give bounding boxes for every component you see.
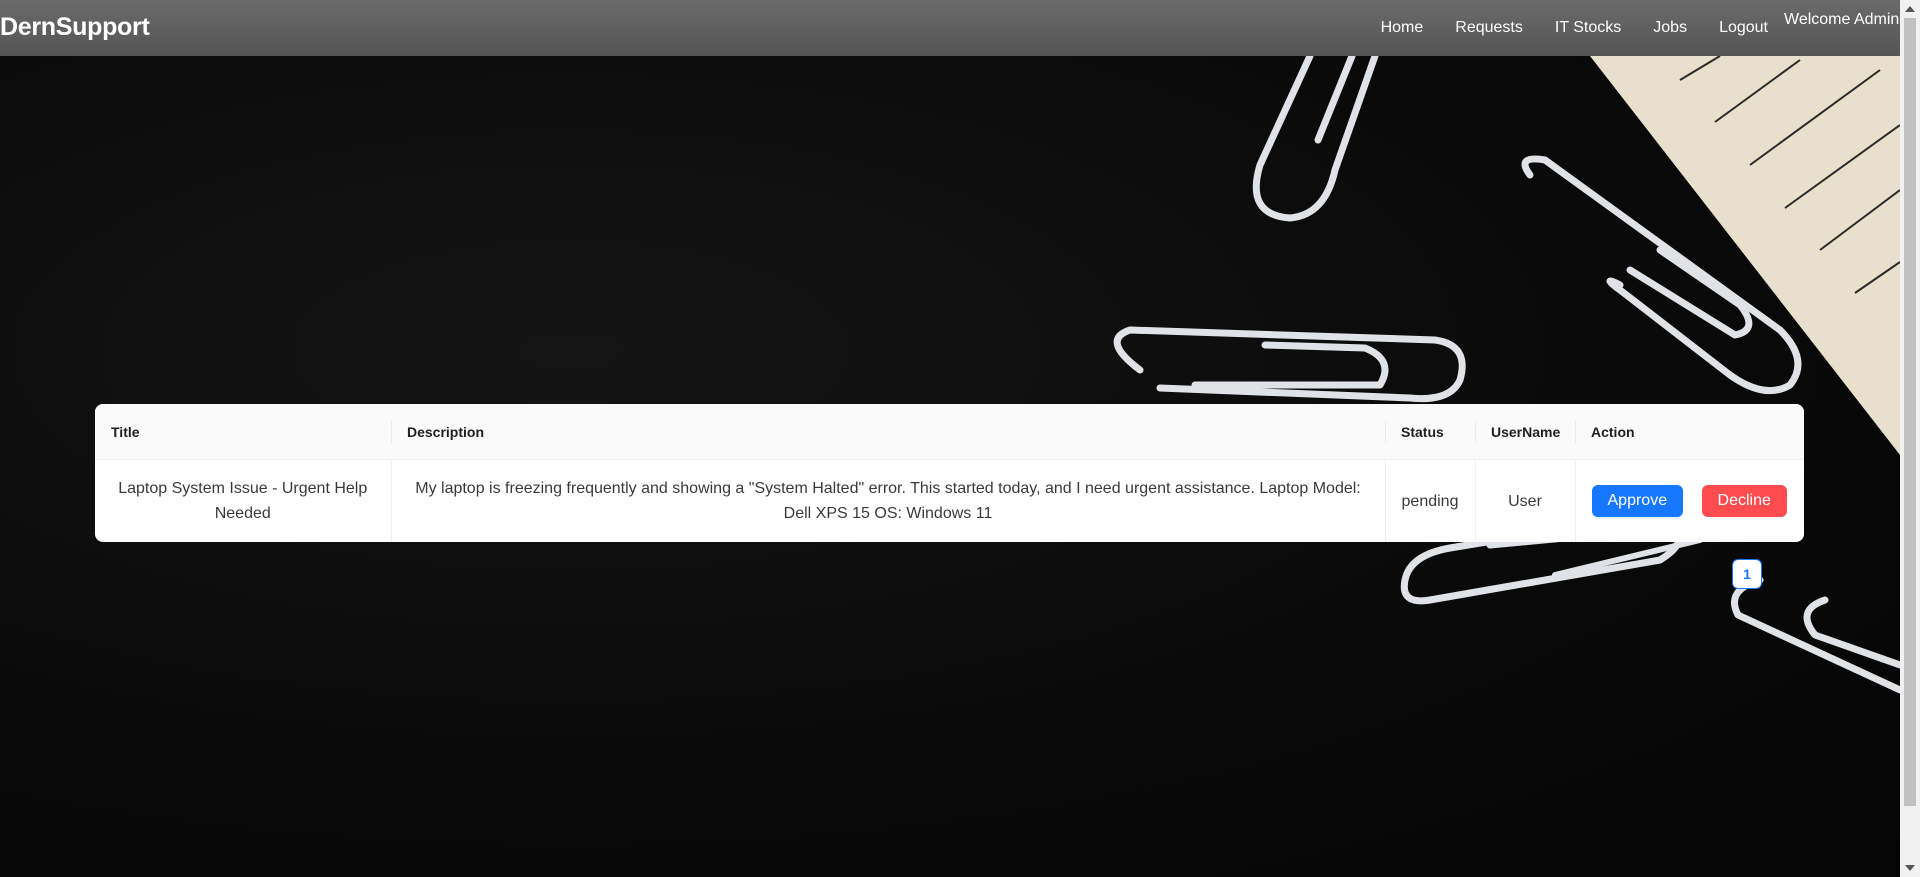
table-row: Laptop System Issue - Urgent Help Needed… <box>95 459 1804 543</box>
table-header-row: Title Description Status UserName Action <box>95 404 1804 460</box>
scrollbar-thumb[interactable] <box>1904 18 1916 806</box>
cell-status: pending <box>1385 459 1476 542</box>
column-header-status: Status <box>1385 404 1475 460</box>
approve-button[interactable]: Approve <box>1591 485 1684 517</box>
vertical-scrollbar[interactable] <box>1900 0 1920 877</box>
decline-button[interactable]: Decline <box>1701 485 1787 517</box>
nav-links: Home Requests IT Stocks Jobs Logout Welc… <box>1365 0 1900 56</box>
cell-title: Laptop System Issue - Urgent Help Needed <box>95 459 392 542</box>
nav-link-logout[interactable]: Logout <box>1703 0 1784 37</box>
brand-logo[interactable]: DernSupport <box>0 13 150 42</box>
cell-description: My laptop is freezing frequently and sho… <box>391 459 1386 542</box>
welcome-message: Welcome Admin <box>1784 11 1900 28</box>
column-header-description: Description <box>391 404 1385 460</box>
pagination-page-1[interactable]: 1 <box>1732 559 1762 589</box>
nav-link-it-stocks[interactable]: IT Stocks <box>1539 0 1637 37</box>
nav-link-jobs[interactable]: Jobs <box>1637 0 1703 37</box>
cell-action: Approve Decline <box>1575 460 1804 543</box>
requests-table: Title Description Status UserName Action… <box>95 404 1804 542</box>
column-header-action: Action <box>1575 404 1804 460</box>
navbar: DernSupport Home Requests IT Stocks Jobs… <box>0 0 1900 56</box>
nav-link-requests[interactable]: Requests <box>1439 0 1539 37</box>
scroll-down-icon[interactable] <box>1905 865 1915 871</box>
requests-table-card: Title Description Status UserName Action… <box>95 404 1804 542</box>
column-header-username: UserName <box>1475 404 1575 460</box>
column-header-title: Title <box>95 404 391 460</box>
cell-username: User <box>1475 459 1576 542</box>
nav-link-home[interactable]: Home <box>1365 0 1440 37</box>
scroll-up-icon[interactable] <box>1905 6 1915 12</box>
